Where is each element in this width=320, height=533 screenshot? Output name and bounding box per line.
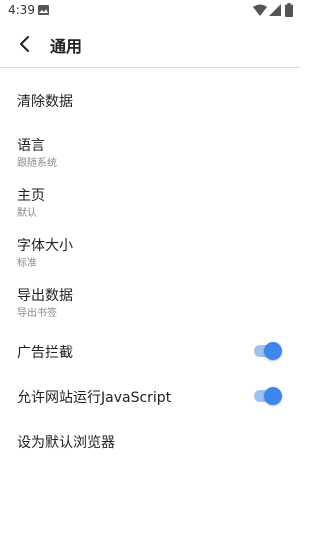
setting-label: 字体大小 [17, 238, 73, 254]
setting-label: 清除数据 [17, 94, 73, 110]
setting-label: 广告拦截 [17, 345, 73, 361]
wifi-icon [253, 4, 267, 16]
setting-sub: 导出书签 [17, 308, 57, 319]
setting-language[interactable]: 语言 跟随系统 [0, 128, 300, 172]
settings-list: 清除数据 语言 跟随系统 主页 默认 字体大小 标准 导出数据 导出书签 广告拦… [0, 68, 300, 451]
setting-clear-data[interactable]: 清除数据 [0, 68, 300, 118]
setting-export-data[interactable]: 导出数据 导出书签 [0, 278, 300, 322]
toggle-knob [264, 387, 282, 405]
setting-label: 设为默认浏览器 [17, 435, 115, 451]
setting-label: 主页 [17, 188, 45, 204]
back-arrow-icon[interactable] [14, 33, 36, 55]
setting-sub: 标准 [17, 258, 37, 269]
setting-allow-javascript[interactable]: 允许网站运行JavaScript [0, 378, 300, 414]
setting-label: 语言 [17, 138, 45, 154]
battery-icon [285, 3, 293, 17]
setting-ad-block[interactable]: 广告拦截 [0, 333, 300, 369]
setting-homepage[interactable]: 主页 默认 [0, 178, 300, 222]
javascript-toggle[interactable] [254, 387, 282, 405]
setting-font-size[interactable]: 字体大小 标准 [0, 228, 300, 272]
setting-label: 导出数据 [17, 288, 73, 304]
page-title: 通用 [50, 37, 83, 56]
app-bar: 通用 [0, 22, 300, 68]
status-time: 4:39 [8, 3, 35, 17]
signal-icon [269, 4, 281, 16]
image-notification-icon [38, 5, 49, 15]
status-bar: 4:39 [0, 0, 300, 22]
setting-sub: 默认 [17, 208, 37, 219]
setting-sub: 跟随系统 [17, 158, 57, 169]
setting-label: 允许网站运行JavaScript [17, 390, 172, 406]
setting-default-browser[interactable]: 设为默认浏览器 [0, 423, 300, 459]
ad-block-toggle[interactable] [254, 342, 282, 360]
toggle-knob [264, 342, 282, 360]
